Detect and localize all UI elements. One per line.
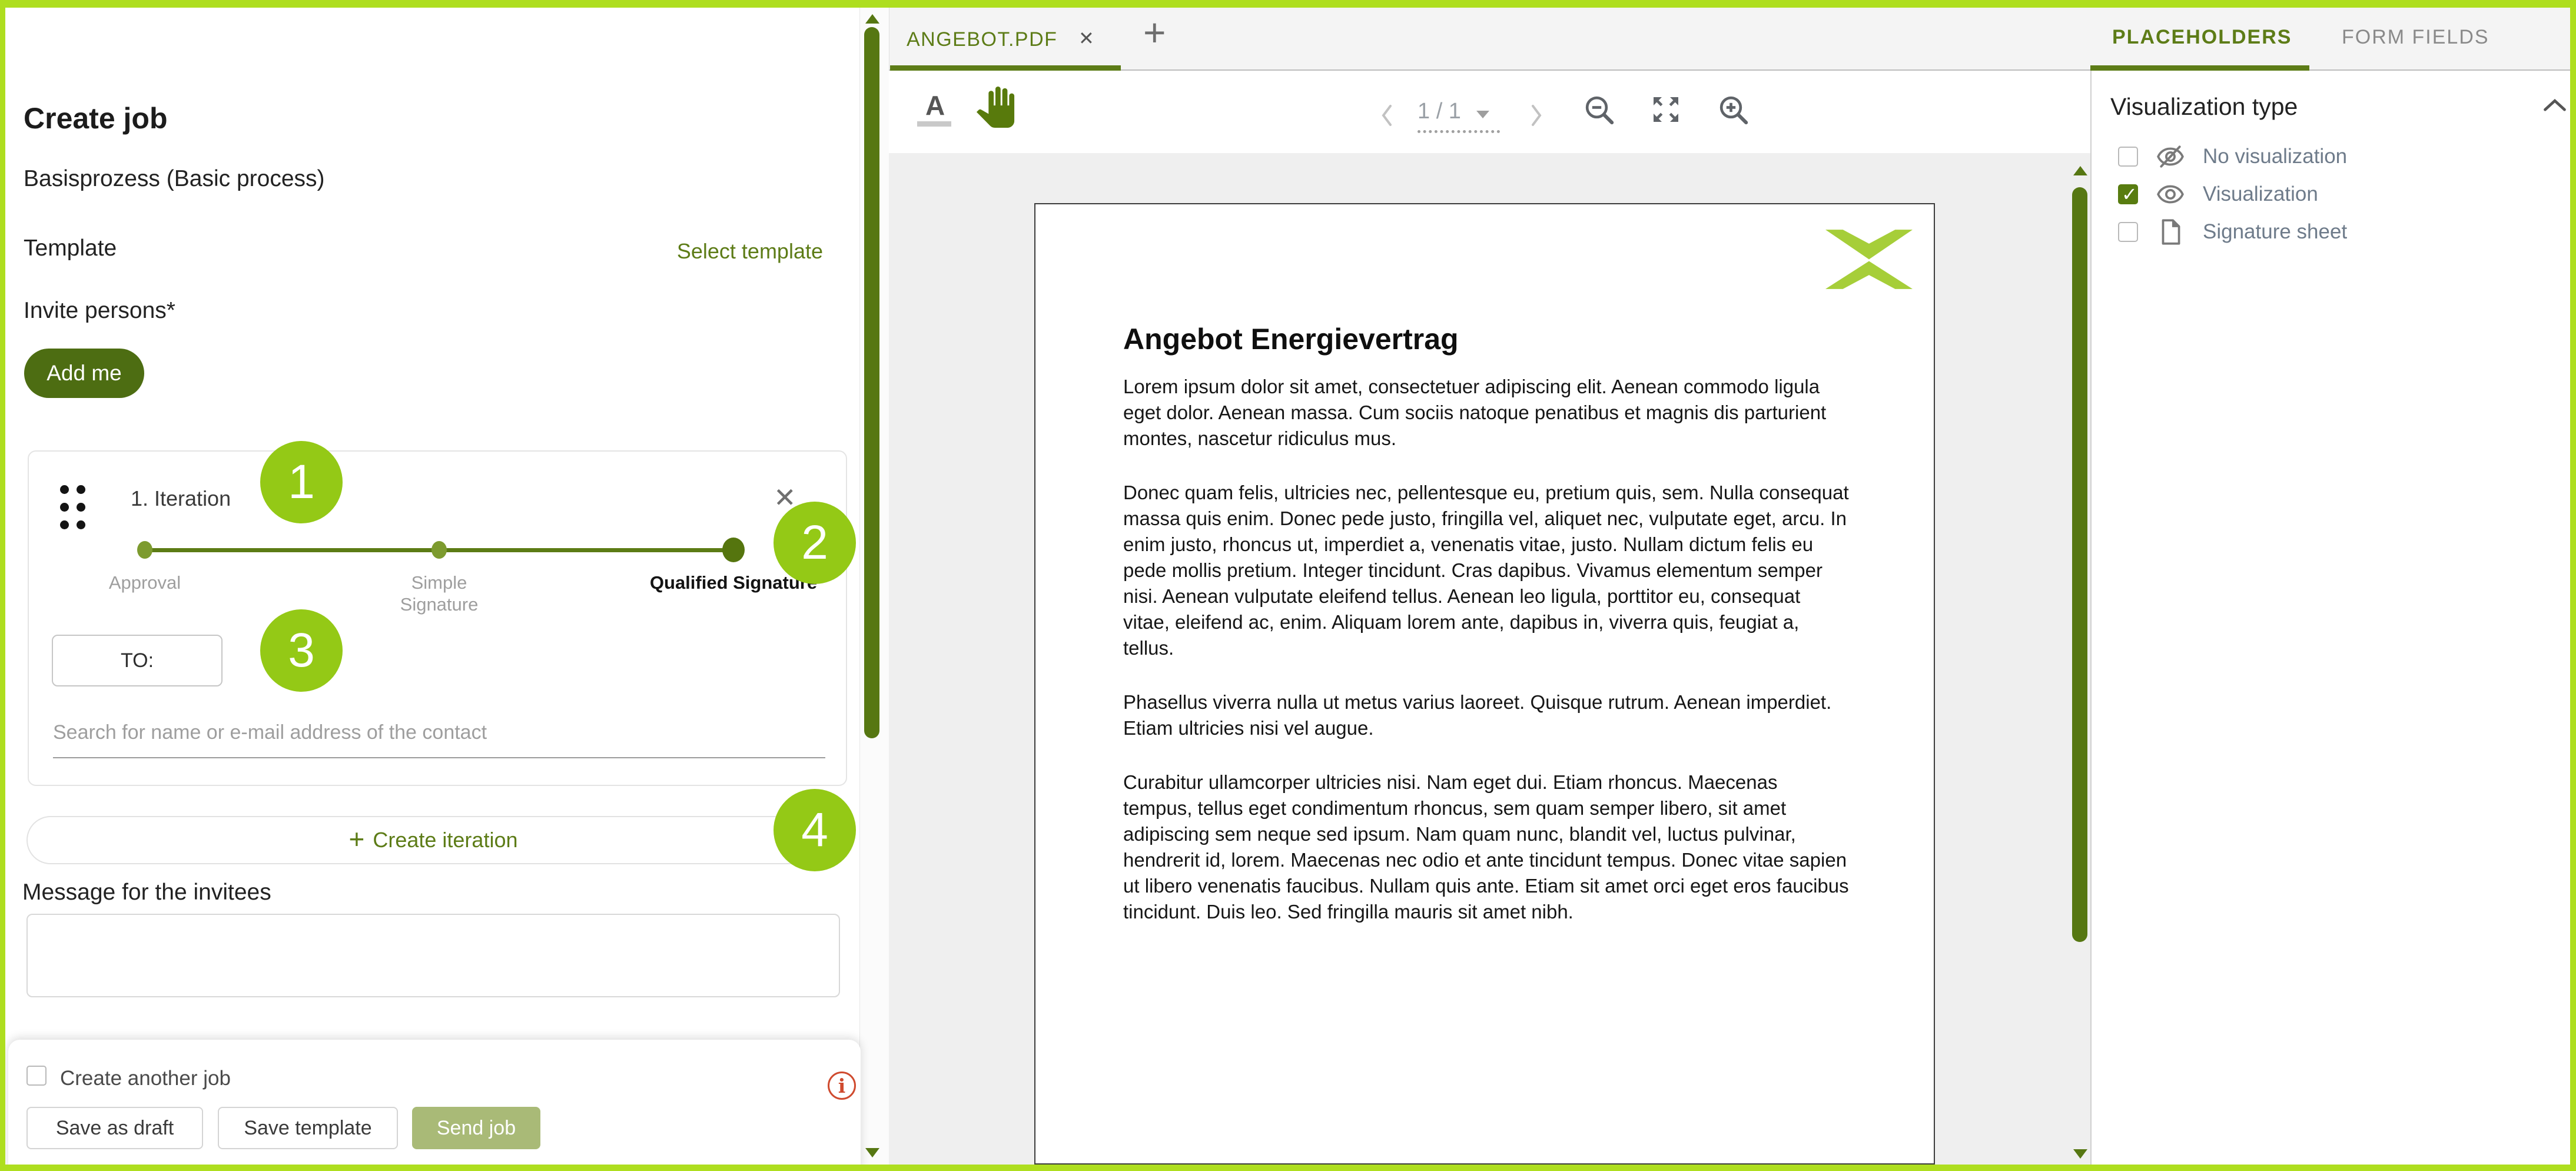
- signature-sheet-checkbox[interactable]: [2118, 222, 2138, 242]
- message-label: Message for the invitees: [22, 880, 271, 905]
- chevron-up-icon[interactable]: [2542, 97, 2568, 116]
- pdf-scroll-down-arrow-icon[interactable]: [2073, 1149, 2087, 1159]
- process-name: Basisprozess (Basic process): [24, 166, 325, 192]
- company-logo-icon: [1825, 230, 1913, 292]
- annotation-badge-2: 2: [774, 502, 856, 584]
- zoom-out-icon[interactable]: [1582, 93, 1615, 129]
- hand-pan-tool-icon[interactable]: [975, 85, 1016, 132]
- invite-persons-label: Invite persons*: [24, 298, 175, 324]
- iteration-title: 1. Iteration: [131, 486, 231, 511]
- option-label: Signature sheet: [2203, 220, 2347, 244]
- annotation-badge-3: 3: [260, 609, 343, 692]
- tab-form-fields[interactable]: FORM FIELDS: [2342, 26, 2489, 49]
- document-tabstrip: [889, 8, 2090, 71]
- no-visualization-checkbox[interactable]: [2118, 147, 2138, 167]
- eye-icon: [2156, 180, 2185, 209]
- save-template-button[interactable]: Save template: [218, 1107, 398, 1149]
- create-another-job-label: Create another job: [60, 1067, 231, 1090]
- contact-search-input[interactable]: [53, 708, 825, 758]
- step-label-approval: Approval: [86, 572, 204, 594]
- visualization-checkbox[interactable]: [2118, 184, 2138, 204]
- pdf-scroll-up-arrow-icon[interactable]: [2073, 166, 2087, 175]
- page-dropdown-caret-icon[interactable]: [1476, 111, 1489, 118]
- tab-close-icon[interactable]: ✕: [1078, 27, 1094, 49]
- scroll-up-arrow-icon[interactable]: [865, 14, 879, 24]
- to-button[interactable]: TO:: [52, 635, 223, 686]
- annotation-badge-1: 1: [260, 441, 343, 523]
- text-tool-underline: [917, 121, 951, 127]
- send-job-button[interactable]: Send job: [412, 1107, 540, 1149]
- document-paragraph: Phasellus viverra nulla ut metus varius …: [1123, 689, 1850, 741]
- text-tool-icon[interactable]: A: [925, 89, 945, 121]
- option-label: No visualization: [2203, 145, 2347, 168]
- annotation-badge-4: 4: [774, 789, 856, 871]
- option-label: Visualization: [2203, 183, 2318, 206]
- info-icon[interactable]: i: [828, 1072, 856, 1100]
- page-title: Create job: [24, 101, 168, 135]
- pdf-toolbar: [889, 71, 2090, 153]
- active-tab-underline: [2090, 65, 2309, 71]
- template-label: Template: [24, 235, 117, 261]
- document-body: Lorem ipsum dolor sit amet, consectetuer…: [1123, 374, 1850, 953]
- signature-sheet-icon: [2156, 217, 2185, 247]
- page-slider[interactable]: [1418, 128, 1500, 133]
- option-no-visualization[interactable]: No visualization: [2110, 140, 2546, 173]
- fullscreen-expand-icon[interactable]: [1649, 93, 1682, 129]
- save-as-draft-button[interactable]: Save as draft: [26, 1107, 203, 1149]
- previous-page-icon[interactable]: [1380, 104, 1394, 130]
- create-another-job-checkbox[interactable]: [26, 1066, 47, 1086]
- eye-off-icon: [2156, 142, 2185, 171]
- visualization-type-title: Visualization type: [2110, 93, 2298, 121]
- left-panel-scrollbar-thumb[interactable]: [864, 27, 879, 738]
- footer-action-bar: [8, 1040, 861, 1171]
- next-page-icon[interactable]: [1529, 104, 1543, 130]
- scroll-down-arrow-icon[interactable]: [865, 1148, 879, 1157]
- document-paragraph: Donec quam felis, ultricies nec, pellent…: [1123, 480, 1850, 661]
- page-indicator[interactable]: 1 / 1: [1418, 99, 1461, 124]
- message-textarea[interactable]: [26, 914, 840, 997]
- step-dot-simple-signature[interactable]: [431, 541, 447, 559]
- plus-icon: +: [348, 825, 364, 852]
- step-dot-qualified-signature[interactable]: [722, 538, 745, 562]
- drag-handle-icon[interactable]: [60, 485, 87, 533]
- active-tab-underline: [890, 65, 1121, 71]
- step-dot-approval[interactable]: [137, 541, 152, 559]
- pdf-scrollbar-thumb[interactable]: [2072, 187, 2087, 942]
- select-template-link[interactable]: Select template: [677, 239, 823, 264]
- add-tab-icon[interactable]: +: [1143, 13, 1166, 52]
- create-iteration-label: Create iteration: [373, 828, 517, 852]
- tab-placeholders[interactable]: PLACEHOLDERS: [2112, 26, 2292, 49]
- step-label-simple-signature: Simple Signature: [374, 572, 504, 615]
- zoom-in-icon[interactable]: [1717, 93, 1750, 129]
- document-paragraph: Lorem ipsum dolor sit amet, consectetuer…: [1123, 374, 1850, 452]
- create-iteration-button[interactable]: + Create iteration: [26, 816, 840, 864]
- document-title: Angebot Energievertrag: [1123, 322, 1459, 356]
- document-paragraph: Curabitur ullamcorper ultricies nisi. Na…: [1123, 769, 1850, 925]
- option-visualization[interactable]: Visualization: [2110, 178, 2546, 211]
- add-me-button[interactable]: Add me: [24, 349, 144, 398]
- pdf-page: Angebot Energievertrag Lorem ipsum dolor…: [1034, 203, 1935, 1165]
- tab-angebot-pdf[interactable]: ANGEBOT.PDF: [907, 28, 1057, 51]
- option-signature-sheet[interactable]: Signature sheet: [2110, 215, 2546, 248]
